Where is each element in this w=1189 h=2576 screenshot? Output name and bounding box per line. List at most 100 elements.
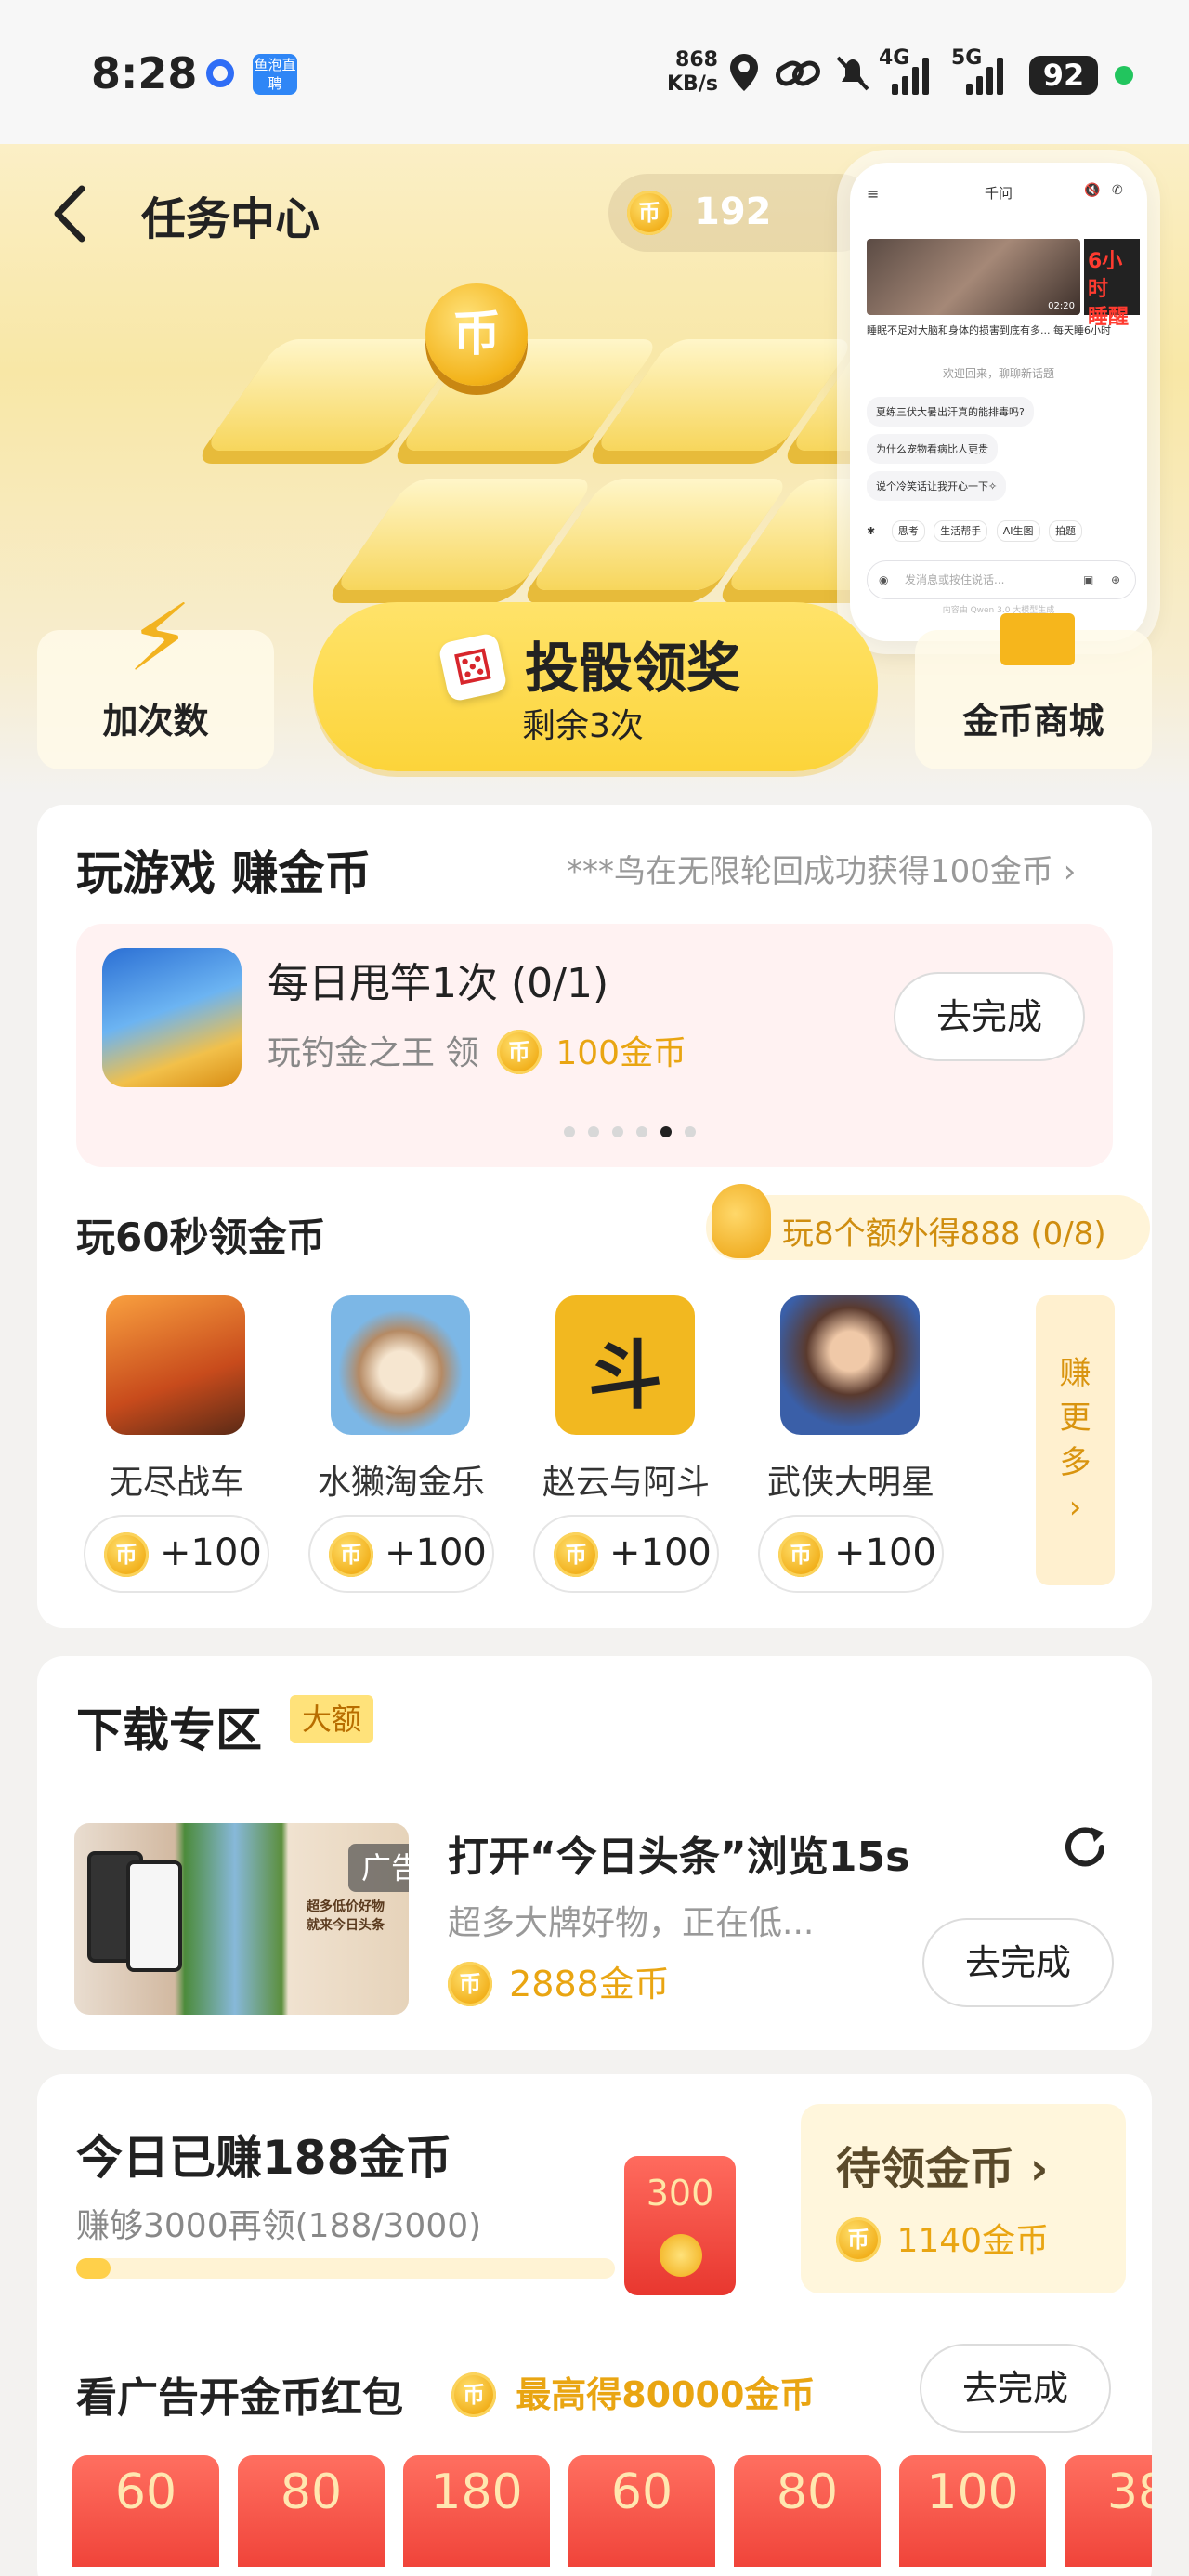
- fishing-game-icon: [102, 948, 242, 1087]
- phone-mockup: [126, 1860, 182, 1972]
- add-chances-button[interactable]: ⚡ 加次数: [37, 584, 274, 769]
- link-icon: [775, 58, 821, 89]
- game-item[interactable]: 无尽战车 币 +100: [84, 1295, 269, 1593]
- ad-image[interactable]: 超多低价好物 就来今日头条 广告: [74, 1823, 409, 2015]
- red-envelope[interactable]: 80: [734, 2455, 881, 2567]
- reward-button[interactable]: 币 +100: [84, 1515, 269, 1593]
- today-earned-subtitle: 赚够3000再领(188/3000): [76, 2207, 482, 2245]
- net-speed: 868 KB/s: [667, 48, 718, 96]
- mini-window-title: 千问: [984, 185, 1013, 202]
- message-input[interactable]: ◉ 发消息或按住说话... ▣ ⊕: [867, 560, 1136, 599]
- red-envelope[interactable]: 60: [72, 2455, 219, 2567]
- suggestion-chip[interactable]: 为什么宠物看病比人更贵: [867, 434, 998, 464]
- tool-life-helper[interactable]: 生活帮手: [934, 520, 988, 542]
- status-bar: 8:28 鱼泡直聘 868 KB/s 4G 5G 92: [0, 0, 1189, 144]
- suggestion-chip[interactable]: 夏练三伏大暑出汗真的能排毒吗?: [867, 397, 1034, 427]
- task-desc: 玩钓金之王 领 币 100金币: [268, 1026, 686, 1080]
- camera-icon[interactable]: ▣: [1083, 561, 1093, 598]
- download-task-title: 打开“今日头条”浏览15s: [448, 1833, 910, 1881]
- store-icon: [1000, 613, 1075, 665]
- board-coin-icon: 币: [425, 283, 528, 386]
- ad-label: 广告: [348, 1844, 409, 1892]
- earn-more-button[interactable]: 赚 更 多 ›: [1036, 1295, 1115, 1585]
- play-games-card: 玩游戏 赚金币 ***鸟在无限轮回成功获得100金币 › 每日甩竿1次 (0/1…: [37, 805, 1152, 1628]
- game-thumbnail: [780, 1295, 920, 1435]
- location-icon: [728, 52, 760, 93]
- coin-store-button[interactable]: 金币商城: [915, 613, 1152, 769]
- video-thumbnail[interactable]: 02:20: [867, 239, 1080, 315]
- coin-icon: 币: [836, 2217, 881, 2262]
- game-thumbnail: 斗: [555, 1295, 695, 1435]
- mute-icon[interactable]: 🔇: [1084, 183, 1100, 198]
- download-task-desc: 超多大牌好物，正在低...: [448, 1904, 815, 1942]
- coin-bag-icon: [712, 1184, 771, 1258]
- reward-button[interactable]: 币 +100: [533, 1515, 719, 1593]
- pending-amount: 币 1140金币: [836, 2214, 1049, 2267]
- app-notification-icon: [206, 59, 234, 87]
- coin-icon: 币: [627, 191, 672, 235]
- page-title: 任务中心: [141, 193, 320, 245]
- earned-progress-bar: [76, 2258, 615, 2279]
- download-card: 下载专区 大额 超多低价好物 就来今日头条 广告 打开“今日头条”浏览15s 超…: [37, 1656, 1152, 2050]
- game-thumbnail: [331, 1295, 470, 1435]
- signal-5g-icon: [966, 54, 1003, 95]
- red-envelope[interactable]: 100: [899, 2455, 1046, 2567]
- game-item[interactable]: 武侠大明星 币 +100: [758, 1295, 944, 1593]
- winner-ticker[interactable]: ***鸟在无限轮回成功获得100金币 ›: [567, 846, 1076, 891]
- red-envelope[interactable]: 38: [1065, 2455, 1152, 2567]
- mini-toolbar: ✱ 思考 生活帮手 AI生图 拍题: [867, 520, 1082, 542]
- floating-mini-window[interactable]: ≡ 千问 🔇 ✆ 02:20 6小时 睡醒 睡眠不足对大脑和身体的损害到底有多.…: [850, 163, 1147, 641]
- coin-icon: [660, 2234, 702, 2277]
- calligraphy-glyph: 斗: [588, 1333, 662, 1419]
- coin-icon: 币: [329, 1532, 373, 1577]
- battery-indicator: 92: [1029, 56, 1098, 95]
- task-title: 每日甩竿1次 (0/1): [268, 960, 609, 1007]
- red-envelope[interactable]: 180: [403, 2455, 550, 2567]
- refresh-icon[interactable]: [1059, 1821, 1111, 1873]
- coin-icon: 币: [451, 2372, 496, 2417]
- coin-balance-value: 192: [694, 191, 772, 233]
- dice-icon: ⚄: [438, 632, 508, 703]
- red-envelope[interactable]: 80: [238, 2455, 385, 2567]
- video-duration: 02:20: [1048, 301, 1075, 311]
- phone-icon[interactable]: ✆: [1112, 183, 1123, 198]
- game-item[interactable]: 水獭淘金乐 币 +100: [308, 1295, 494, 1593]
- tool-ai-image[interactable]: AI生图: [996, 520, 1040, 542]
- back-button[interactable]: [52, 181, 98, 246]
- complete-button[interactable]: 去完成: [894, 972, 1085, 1061]
- sparkle-icon[interactable]: ✱: [867, 525, 875, 537]
- pending-title: 待领金币 ›: [836, 2143, 1049, 2195]
- red-packet-300[interactable]: 300: [624, 2156, 736, 2295]
- coin-icon: 币: [554, 1532, 598, 1577]
- fishing-task-banner[interactable]: 每日甩竿1次 (0/1) 玩钓金之王 领 币 100金币 去完成: [76, 924, 1113, 1167]
- bonus-progress[interactable]: 玩8个额外得888 (0/8): [706, 1184, 1150, 1260]
- pending-coins-button[interactable]: 待领金币 › 币 1140金币: [801, 2104, 1126, 2293]
- suggestion-chip[interactable]: 说个冷笑话让我开心一下✧: [867, 471, 1007, 501]
- complete-button[interactable]: 去完成: [920, 2344, 1111, 2433]
- add-icon[interactable]: ⊕: [1111, 561, 1120, 598]
- red-envelope[interactable]: 60: [568, 2455, 715, 2567]
- section-title: 下载专区: [76, 1703, 262, 1757]
- coin-balance[interactable]: 币 192: [608, 174, 878, 252]
- app-badge: 鱼泡直聘: [253, 54, 297, 95]
- status-time: 8:28: [91, 48, 198, 99]
- video-thumbnail-2[interactable]: 6小时 睡醒: [1084, 239, 1140, 329]
- carousel-dots: [564, 1126, 696, 1137]
- game-item[interactable]: 斗 赵云与阿斗 币 +100: [533, 1295, 719, 1593]
- remaining-rolls: 剩余3次: [522, 707, 644, 745]
- earned-card: 今日已赚188金币 赚够3000再领(188/3000) 300 待领金币 › …: [37, 2074, 1152, 2576]
- roll-dice-button[interactable]: ⚄ 投骰领奖 剩余3次: [313, 602, 878, 771]
- signal-4g-icon: [892, 54, 929, 95]
- tool-think[interactable]: 思考: [891, 520, 925, 542]
- privacy-dot-icon: [1115, 66, 1133, 85]
- lightning-icon: ⚡: [127, 584, 193, 692]
- game-thumbnail: [106, 1295, 245, 1435]
- reward-button[interactable]: 币 +100: [308, 1515, 494, 1593]
- section-title: 玩游戏 赚金币: [76, 847, 372, 900]
- tool-photo-question[interactable]: 拍题: [1049, 520, 1082, 542]
- voice-icon[interactable]: ◉: [879, 561, 888, 598]
- complete-button[interactable]: 去完成: [922, 1918, 1114, 2007]
- mini-window-header: ≡ 千问 🔇 ✆: [850, 163, 1147, 218]
- welcome-text: 欢迎回来，聊聊新话题: [942, 367, 1054, 380]
- reward-button[interactable]: 币 +100: [758, 1515, 944, 1593]
